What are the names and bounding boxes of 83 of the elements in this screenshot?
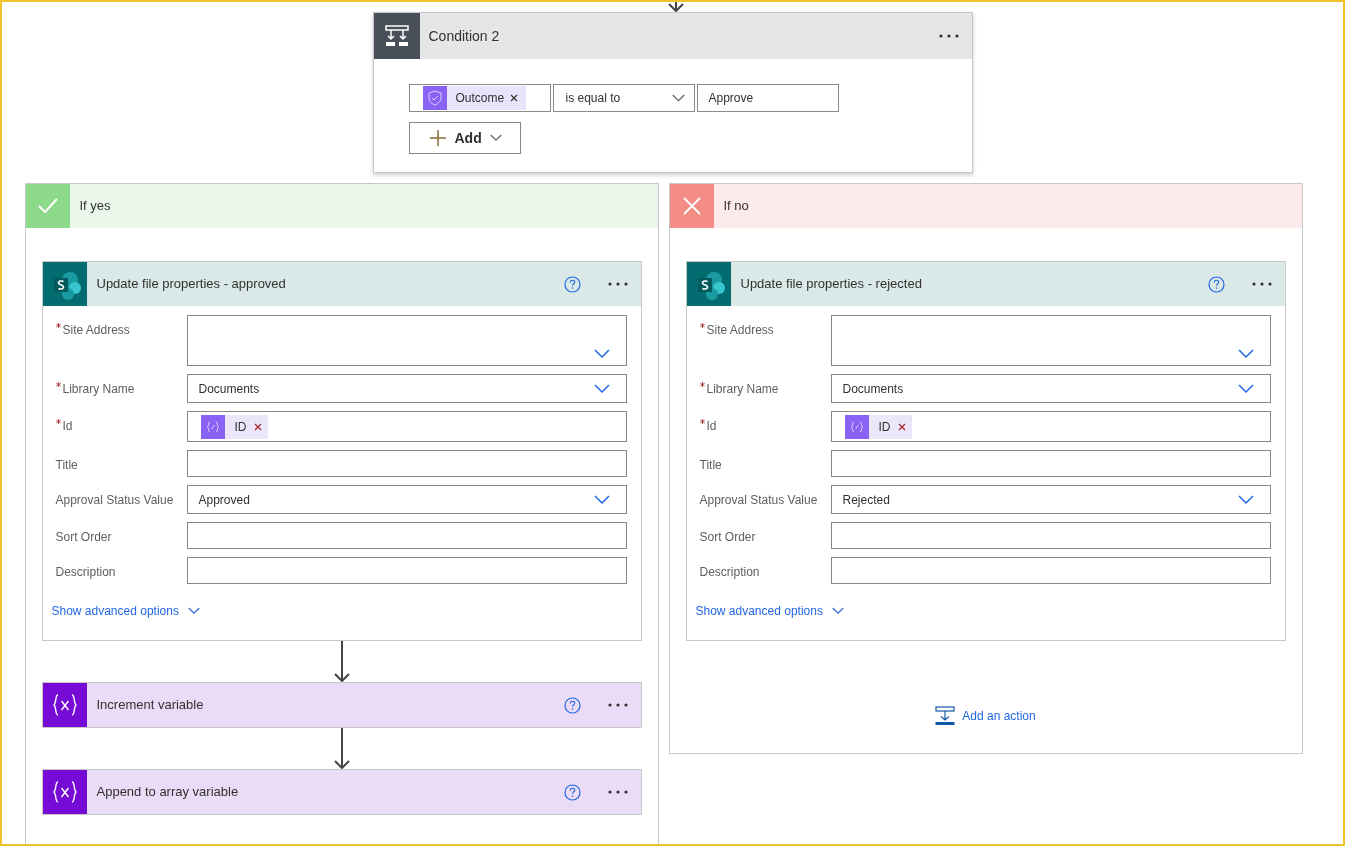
field-label: Sort Order [55, 529, 113, 546]
chevron-down-icon [489, 134, 502, 142]
more-options-icon[interactable] [1250, 281, 1273, 287]
token-chip[interactable]: ID [200, 414, 268, 439]
close-icon[interactable] [510, 94, 519, 102]
chevron-down-icon [1237, 349, 1254, 359]
field-label: Description [699, 564, 761, 581]
add-button[interactable]: Add [408, 122, 521, 154]
advanced-options-link[interactable]: Show advanced options [695, 602, 844, 620]
expression-icon [200, 414, 225, 439]
field-label: Sort Order [699, 529, 757, 546]
text-field[interactable] [186, 522, 627, 549]
dropdown-field[interactable] [830, 315, 1271, 366]
add-action-link[interactable]: Add an action [935, 706, 1036, 726]
dropdown-value: Approved [198, 491, 250, 509]
plus-icon [428, 129, 447, 147]
text-field[interactable] [830, 450, 1271, 477]
action-title: Update file properties - approved [96, 275, 287, 294]
dropdown-field[interactable]: Approved [186, 485, 627, 514]
dropdown-value: Rejected [842, 491, 890, 509]
more-options-icon[interactable] [937, 33, 960, 39]
action-title: Increment variable [96, 696, 205, 715]
operator-dropdown[interactable]: is equal to [552, 84, 695, 112]
field-label: Site Address [62, 323, 130, 337]
branch-title: If yes [79, 197, 111, 216]
token-label: Outcome [455, 90, 505, 107]
field-label: Title [55, 457, 79, 474]
token-field[interactable]: ID [830, 411, 1271, 442]
field-label: Id [706, 419, 717, 433]
dropdown-value: Documents [198, 380, 260, 398]
text-field[interactable] [186, 557, 627, 584]
advanced-options-link[interactable]: Show advanced options [51, 602, 200, 620]
text-field[interactable] [186, 450, 627, 477]
chevron-down-icon [671, 93, 685, 103]
arrow-icon [331, 641, 352, 682]
add-action-icon [935, 706, 956, 726]
help-icon[interactable] [563, 696, 581, 714]
expression-icon [844, 414, 869, 439]
value-field[interactable]: Approve [696, 84, 839, 112]
more-options-icon[interactable] [606, 281, 629, 287]
close-icon[interactable] [897, 422, 906, 431]
help-icon[interactable] [563, 275, 581, 293]
text-field[interactable] [830, 522, 1271, 549]
action-title: Append to array variable [96, 783, 240, 802]
dropdown-field[interactable]: Rejected [830, 485, 1271, 514]
condition-field[interactable]: Outcome [408, 84, 551, 112]
arrow-icon [331, 728, 352, 769]
field-label: Site Address [706, 323, 774, 337]
action-title: Update file properties - rejected [740, 275, 923, 294]
token-label: ID [234, 418, 247, 436]
field-label: Library Name [706, 382, 779, 396]
field-label: Title [699, 457, 723, 474]
field-label: Approval Status Value [699, 492, 819, 509]
dropdown-value: Documents [842, 380, 904, 398]
token-field[interactable]: ID [186, 411, 627, 442]
help-icon[interactable] [1207, 275, 1225, 293]
token-chip[interactable]: Outcome [422, 86, 527, 110]
field-label: Description [55, 564, 117, 581]
branch-title: If no [723, 197, 749, 216]
field-label: Approval Status Value [55, 492, 175, 509]
chevron-down-icon [593, 349, 610, 359]
token-label: ID [878, 418, 891, 436]
help-icon[interactable] [563, 783, 581, 801]
dropdown-field[interactable] [186, 315, 627, 366]
token-chip[interactable]: ID [844, 414, 912, 439]
chevron-down-icon [593, 494, 610, 505]
field-label: Library Name [62, 382, 135, 396]
more-options-icon[interactable] [606, 789, 629, 795]
chevron-down-icon [831, 607, 844, 615]
approval-icon [422, 86, 447, 110]
arrow-icon [665, 2, 686, 12]
text-field[interactable] [830, 557, 1271, 584]
chevron-down-icon [593, 383, 610, 394]
chevron-down-icon [187, 607, 200, 615]
more-options-icon[interactable] [606, 702, 629, 708]
chevron-down-icon [1237, 494, 1254, 505]
field-label: Id [62, 419, 73, 433]
dropdown-value: is equal to [565, 90, 621, 107]
close-icon[interactable] [253, 422, 262, 431]
dropdown-field[interactable]: Documents [830, 374, 1271, 403]
chevron-down-icon [1237, 383, 1254, 394]
card-title: Condition 2 [428, 26, 501, 46]
dropdown-field[interactable]: Documents [186, 374, 627, 403]
